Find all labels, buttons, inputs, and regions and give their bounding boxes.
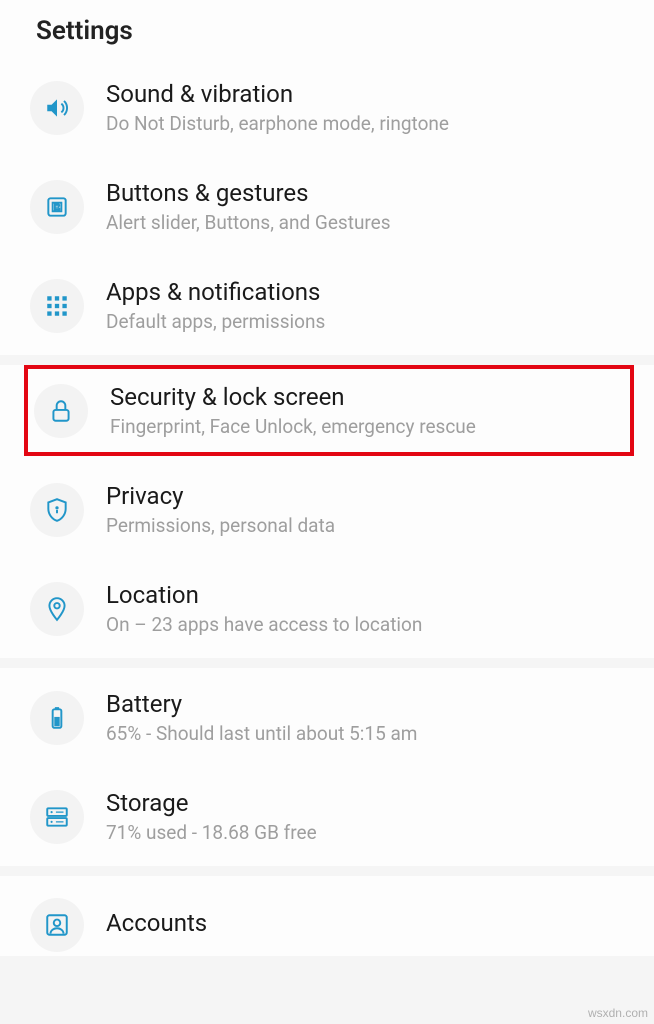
item-text: Privacy Permissions, personal data <box>106 482 624 537</box>
item-subtitle: 71% used - 18.68 GB free <box>106 821 624 844</box>
sound-icon <box>30 81 84 135</box>
settings-item-battery[interactable]: Battery 65% - Should last until about 5:… <box>0 668 654 767</box>
item-text: Battery 65% - Should last until about 5:… <box>106 690 624 745</box>
settings-section-1: Sound & vibration Do Not Disturb, earpho… <box>0 58 654 355</box>
settings-item-buttons[interactable]: B Buttons & gestures Alert slider, Butto… <box>0 157 654 256</box>
location-icon <box>30 582 84 636</box>
settings-section-2: Security & lock screen Fingerprint, Face… <box>0 365 654 658</box>
battery-icon <box>30 691 84 745</box>
item-text: Accounts <box>106 909 624 941</box>
watermark: wsxdn.com <box>588 1006 648 1020</box>
item-text: Buttons & gestures Alert slider, Buttons… <box>106 179 624 234</box>
apps-icon <box>30 279 84 333</box>
buttons-icon: B <box>30 180 84 234</box>
item-subtitle: Alert slider, Buttons, and Gestures <box>106 211 624 234</box>
svg-text:B: B <box>53 200 61 214</box>
settings-item-sound[interactable]: Sound & vibration Do Not Disturb, earpho… <box>0 58 654 157</box>
settings-section-4: Accounts <box>0 876 654 956</box>
item-subtitle: On – 23 apps have access to location <box>106 613 624 636</box>
item-title: Security & lock screen <box>110 383 624 411</box>
item-subtitle: 65% - Should last until about 5:15 am <box>106 722 624 745</box>
item-subtitle: Permissions, personal data <box>106 514 624 537</box>
settings-header: Settings <box>0 0 654 58</box>
item-title: Accounts <box>106 909 624 937</box>
item-title: Privacy <box>106 482 624 510</box>
settings-section-3: Battery 65% - Should last until about 5:… <box>0 668 654 866</box>
item-subtitle: Default apps, permissions <box>106 310 624 333</box>
item-text: Location On – 23 apps have access to loc… <box>106 581 624 636</box>
item-subtitle: Do Not Disturb, earphone mode, ringtone <box>106 112 624 135</box>
item-title: Apps & notifications <box>106 278 624 306</box>
item-text: Security & lock screen Fingerprint, Face… <box>110 383 624 438</box>
settings-item-apps[interactable]: Apps & notifications Default apps, permi… <box>0 256 654 355</box>
shield-icon <box>30 483 84 537</box>
settings-item-security[interactable]: Security & lock screen Fingerprint, Face… <box>24 365 634 456</box>
settings-item-accounts[interactable]: Accounts <box>0 876 654 956</box>
item-title: Storage <box>106 789 624 817</box>
item-title: Location <box>106 581 624 609</box>
storage-icon <box>30 790 84 844</box>
item-title: Sound & vibration <box>106 80 624 108</box>
item-title: Buttons & gestures <box>106 179 624 207</box>
item-text: Storage 71% used - 18.68 GB free <box>106 789 624 844</box>
settings-item-storage[interactable]: Storage 71% used - 18.68 GB free <box>0 767 654 866</box>
item-title: Battery <box>106 690 624 718</box>
item-subtitle: Fingerprint, Face Unlock, emergency resc… <box>110 415 624 438</box>
item-text: Sound & vibration Do Not Disturb, earpho… <box>106 80 624 135</box>
settings-item-privacy[interactable]: Privacy Permissions, personal data <box>0 460 654 559</box>
page-title: Settings <box>36 16 618 46</box>
item-text: Apps & notifications Default apps, permi… <box>106 278 624 333</box>
lock-icon <box>34 384 88 438</box>
accounts-icon <box>30 898 84 952</box>
settings-item-location[interactable]: Location On – 23 apps have access to loc… <box>0 559 654 658</box>
